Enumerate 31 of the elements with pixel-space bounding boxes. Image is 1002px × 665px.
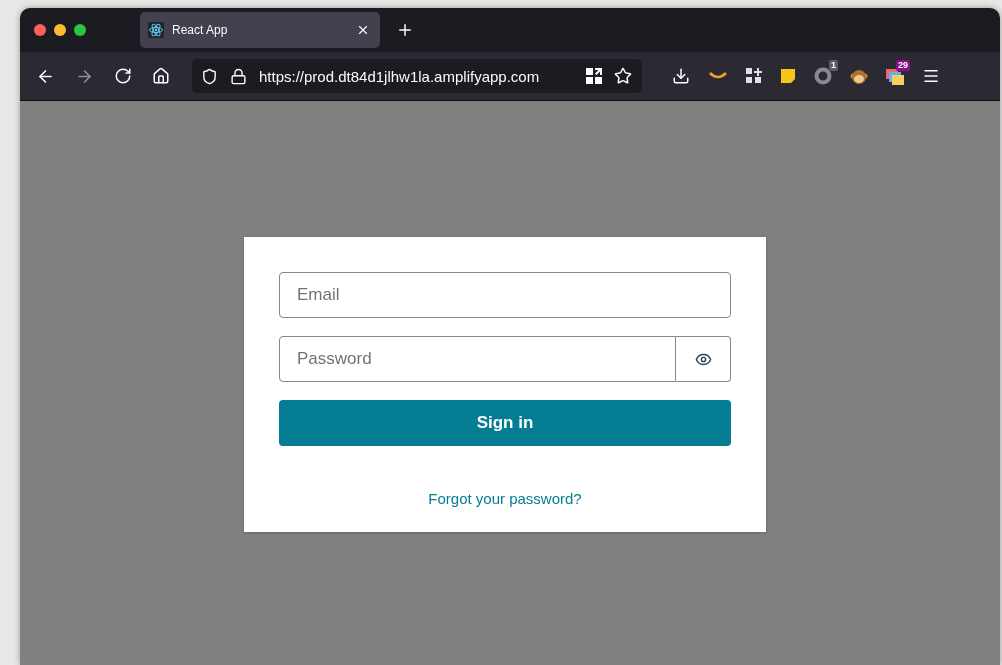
- zoom-window-button[interactable]: [74, 24, 86, 36]
- grid-plus-icon[interactable]: [746, 68, 762, 84]
- tab-title: React App: [172, 23, 229, 37]
- browser-tab[interactable]: React App: [140, 12, 380, 48]
- sticky-note-icon[interactable]: [780, 68, 796, 84]
- stacked-notes-icon[interactable]: [886, 67, 904, 85]
- lock-icon[interactable]: [230, 67, 247, 85]
- smile-icon[interactable]: [708, 71, 728, 81]
- forgot-password-link[interactable]: Forgot your password?: [428, 490, 582, 507]
- download-icon[interactable]: [672, 67, 690, 85]
- close-window-button[interactable]: [34, 24, 46, 36]
- sign-in-button[interactable]: Sign in: [279, 400, 731, 446]
- atom-icon: [148, 22, 164, 38]
- show-password-button[interactable]: [676, 336, 731, 382]
- monkey-icon[interactable]: [850, 67, 868, 85]
- new-tab-button[interactable]: [396, 21, 414, 39]
- bookmark-star-icon[interactable]: [614, 67, 632, 85]
- grid-icon[interactable]: [586, 68, 602, 84]
- reload-button[interactable]: [114, 67, 132, 85]
- close-tab-button[interactable]: [356, 23, 370, 37]
- count-badge: 1: [829, 60, 838, 71]
- minimize-window-button[interactable]: [54, 24, 66, 36]
- count-badge: 29: [896, 60, 910, 71]
- password-field[interactable]: Password: [279, 336, 676, 382]
- home-button[interactable]: [152, 67, 170, 85]
- menu-button[interactable]: [922, 67, 940, 85]
- ring-icon[interactable]: [814, 67, 832, 85]
- url-text: https://prod.dt84d1jlhw1la.amplifyapp.com: [259, 67, 541, 85]
- address-bar[interactable]: https://prod.dt84d1jlhw1la.amplifyapp.com: [192, 59, 642, 93]
- shield-icon[interactable]: [201, 67, 218, 85]
- email-field[interactable]: Email: [279, 272, 731, 318]
